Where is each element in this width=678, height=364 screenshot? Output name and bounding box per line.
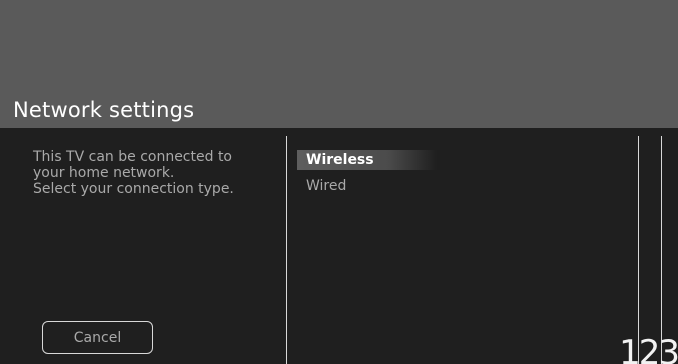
page-title: Network settings [13,98,195,122]
cancel-button[interactable]: Cancel [42,321,153,354]
description-line: Select your connection type. [33,181,234,197]
description-text: This TV can be connected to your home ne… [33,149,273,197]
column-divider [286,136,287,364]
tv-settings-screen: Network settings This TV can be connecte… [0,0,678,364]
page-indicator: 123 [619,333,678,364]
content-panel: This TV can be connected to your home ne… [0,128,678,364]
menu-item-wireless[interactable]: Wireless [297,150,437,170]
connection-type-menu: Wireless Wired [297,150,437,202]
header-bar: Network settings [0,0,678,128]
description-line: your home network. [33,165,175,181]
column-divider [661,136,662,364]
menu-item-wired[interactable]: Wired [297,176,437,196]
description-line: This TV can be connected to [33,149,233,165]
column-divider [638,136,639,364]
